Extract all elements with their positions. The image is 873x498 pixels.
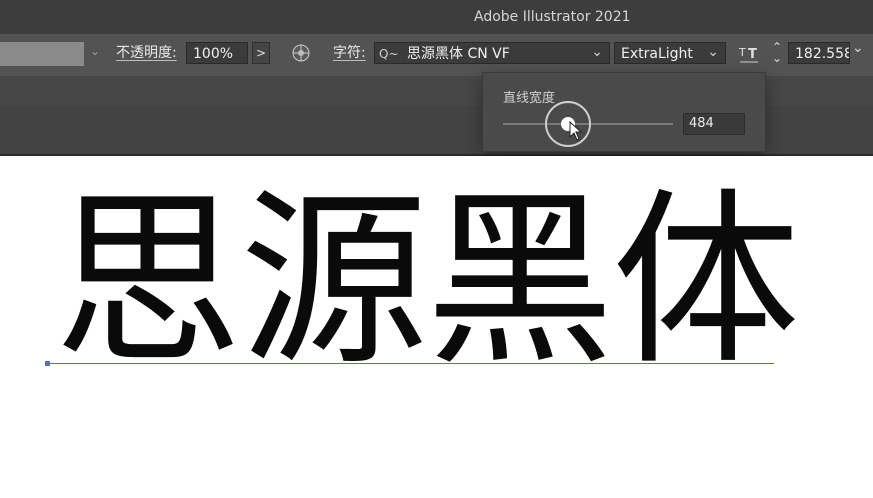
canvas-text[interactable]: 思源黑体 <box>54 188 800 376</box>
baseline-anchor-point[interactable] <box>45 361 50 366</box>
character-label[interactable]: 字符: <box>333 42 366 64</box>
illustrator-window: Adobe Illustrator 2021 ⌄ 不透明度: 100% > 字符… <box>0 0 873 156</box>
opacity-input[interactable]: 100% <box>186 42 248 64</box>
pointer-cursor-icon <box>569 120 583 141</box>
svg-text:T: T <box>738 46 746 59</box>
opacity-label[interactable]: 不透明度: <box>116 42 177 64</box>
chevron-down-icon[interactable]: ⌄ <box>90 44 100 58</box>
title-bar: Adobe Illustrator 2021 <box>0 0 873 34</box>
text-baseline <box>48 363 774 364</box>
window-title: Adobe Illustrator 2021 <box>474 9 631 25</box>
chevron-down-icon: ⌄ <box>591 44 603 60</box>
updown-stepper-icon[interactable]: ⌃⌄ <box>772 41 782 64</box>
font-family-value: 思源黑体 CN VF <box>407 46 510 62</box>
popup-title: 直线宽度 <box>503 91 556 106</box>
recolor-icon[interactable] <box>292 44 310 62</box>
artboard: 思源黑体 <box>0 156 873 498</box>
opacity-arrow-button[interactable]: > <box>252 42 270 64</box>
chevron-down-icon: ⌄ <box>707 44 719 60</box>
font-size-icon: T T <box>738 44 760 64</box>
font-family-select[interactable]: Q~ 思源黑体 CN VF ⌄ <box>374 42 610 64</box>
chevron-down-icon[interactable]: ⌄ <box>852 40 864 56</box>
svg-text:T: T <box>748 47 757 62</box>
search-icon: Q~ <box>379 47 399 61</box>
control-bar: ⌄ 不透明度: 100% > 字符: Q~ 思源黑体 CN VF ⌄ Extra… <box>0 34 873 76</box>
font-style-select[interactable]: ExtraLight ⌄ <box>614 42 726 64</box>
font-size-input[interactable]: 182.558 <box>788 42 850 64</box>
weight-value-input[interactable]: 484 <box>683 113 745 135</box>
variable-font-popup: 直线宽度 484 <box>482 72 766 152</box>
font-style-value: ExtraLight <box>621 46 693 62</box>
stroke-swatch-field[interactable] <box>0 42 84 66</box>
